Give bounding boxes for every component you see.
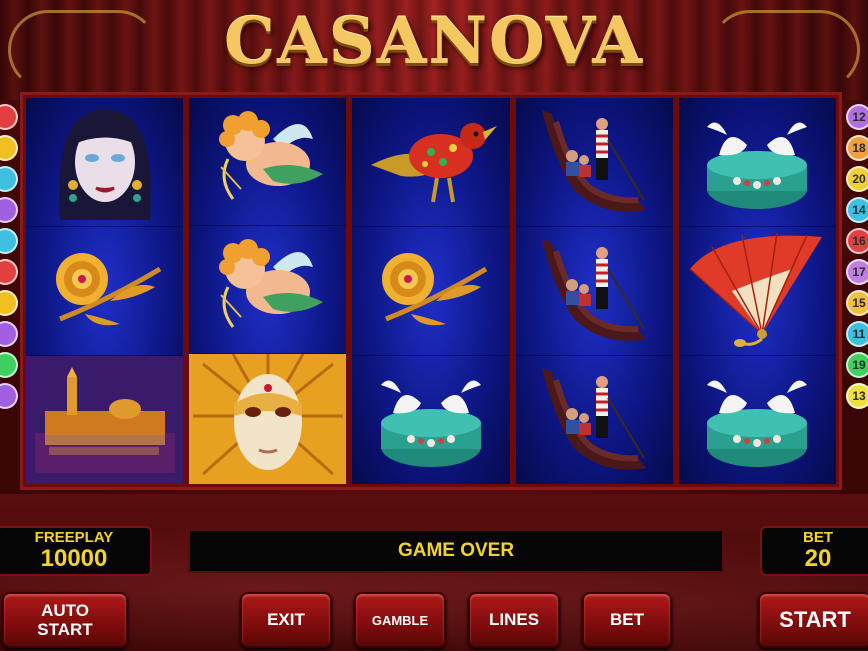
line-marker-left: [0, 259, 18, 285]
reels-area: [20, 92, 842, 490]
doves-on-jewel-box-symbol: [371, 363, 491, 478]
line-marker-left: [0, 104, 18, 130]
venetian-mask-symbol: [192, 353, 343, 484]
line-marker-right: 13: [846, 383, 868, 409]
reel-cell: [189, 353, 347, 484]
reel-5: [678, 98, 837, 484]
line-marker-right: 12: [846, 104, 868, 130]
left-scroll-ornament: [8, 10, 158, 90]
line-marker-left: [0, 197, 18, 223]
freeplay-label: FREEPLAY: [34, 529, 114, 546]
reel-cell: [352, 356, 509, 484]
cupid-symbol: [203, 237, 333, 342]
reel-cell: [352, 227, 510, 356]
reel-cell: [679, 356, 836, 484]
doves-on-jewel-box-symbol: [697, 363, 817, 478]
reel-3: [352, 98, 510, 484]
reel-cell: [189, 98, 347, 226]
lines-button[interactable]: LINES: [468, 592, 560, 648]
reel-cell: [352, 98, 510, 227]
line-marker-left: [0, 352, 18, 378]
left-line-markers: [0, 104, 18, 409]
gondola-symbol: [534, 100, 654, 225]
line-marker-left: [0, 166, 18, 192]
line-marker-right: 14: [846, 197, 868, 223]
bet-label: BET: [803, 529, 833, 546]
reel-4: [515, 98, 673, 484]
gondola-symbol: [534, 358, 654, 483]
reel-cell: [189, 226, 347, 354]
venice-night-city-symbol: [34, 362, 175, 478]
line-marker-left: [0, 228, 18, 254]
reel-cell: [515, 227, 673, 356]
reel-1: [26, 98, 184, 484]
reel-cell: [26, 98, 184, 227]
bet-button[interactable]: BET: [582, 592, 672, 648]
reel-cell: [26, 227, 184, 356]
bet-panel: BET 20: [760, 526, 868, 576]
status-message: GAME OVER: [188, 529, 724, 573]
woman-portrait-symbol: [40, 100, 170, 225]
line-marker-right: 17: [846, 259, 868, 285]
auto-start-line2: START: [37, 620, 93, 639]
line-marker-right: 19: [846, 352, 868, 378]
right-scroll-ornament: [710, 10, 860, 90]
freeplay-panel: FREEPLAY 10000: [0, 526, 152, 576]
golden-rose-symbol: [40, 239, 170, 344]
line-marker-left: [0, 135, 18, 161]
red-fan-symbol: [682, 229, 832, 354]
gamble-button[interactable]: GAMBLE: [354, 592, 446, 648]
jeweled-bird-symbol: [361, 110, 501, 215]
right-line-markers: 12 18 20 14 16 17 15 11 19 13: [846, 104, 868, 409]
bet-value: 20: [804, 545, 832, 572]
golden-rose-symbol: [366, 239, 496, 344]
reel-cell: [515, 98, 673, 227]
line-marker-right: 11: [846, 321, 868, 347]
cupid-symbol: [203, 109, 333, 214]
auto-start-button[interactable]: AUTO START: [2, 592, 128, 648]
freeplay-value: 10000: [40, 545, 108, 572]
reel-cell: [678, 227, 837, 356]
reel-cell: [678, 98, 837, 227]
doves-on-jewel-box-symbol: [697, 105, 817, 220]
line-marker-left: [0, 383, 18, 409]
line-marker-left: [0, 321, 18, 347]
game-stage: CASANOVA 12 18 20 14 16 17 15 11 19 13 F…: [0, 0, 868, 651]
exit-button[interactable]: EXIT: [240, 592, 332, 648]
auto-start-line1: AUTO: [41, 601, 89, 620]
line-marker-left: [0, 290, 18, 316]
gondola-symbol: [534, 229, 654, 354]
reel-2: [189, 98, 347, 484]
start-button[interactable]: START: [758, 592, 868, 648]
line-marker-right: 16: [846, 228, 868, 254]
line-marker-right: 18: [846, 135, 868, 161]
line-marker-right: 15: [846, 290, 868, 316]
reel-cell: [516, 356, 673, 484]
game-logo: CASANOVA: [224, 4, 644, 79]
reel-cell: [26, 356, 184, 484]
line-marker-right: 20: [846, 166, 868, 192]
